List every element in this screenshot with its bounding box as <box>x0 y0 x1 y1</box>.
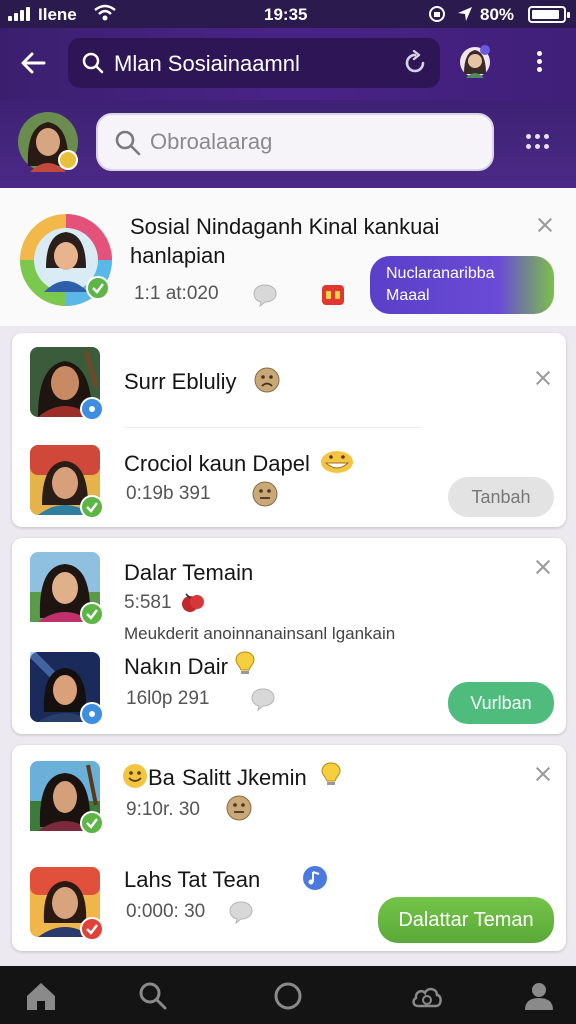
profile-avatar-icon[interactable] <box>458 42 492 82</box>
status-bar: Ilene 19:35 80% <box>0 0 576 28</box>
contact-time: 5:581 <box>124 592 172 613</box>
title-search-bar[interactable]: Mlan Sosiainaamnl <box>68 38 440 88</box>
contact-time: 0:000: 30 <box>126 901 206 922</box>
search-icon[interactable] <box>136 980 170 1012</box>
contact-time: 9:10r. 30 <box>126 799 200 820</box>
contact-name: Nakın Dair <box>124 654 228 679</box>
wifi-icon <box>94 4 116 21</box>
verified-badge <box>80 495 104 519</box>
verified-badge <box>80 811 104 835</box>
dismiss-icon[interactable] <box>534 369 552 387</box>
avatar <box>30 445 104 519</box>
featured-suggestion[interactable]: Sosial Nindaganh Kinal kankuai hanlapian… <box>0 188 576 326</box>
bottom-navigation <box>0 966 576 1024</box>
verified-badge <box>80 397 104 421</box>
avatar <box>30 867 104 941</box>
featured-time: 1:1 at:020 <box>134 283 219 304</box>
contact-name: Crociol kaun Dapel <box>124 451 310 476</box>
contact-time: 16l0p 291 <box>126 688 210 709</box>
verified-badge <box>80 702 104 726</box>
contact-name: Surr Ebluliy <box>124 369 237 394</box>
smiley-face-icon <box>123 764 147 788</box>
apps-grid-icon[interactable] <box>524 130 552 154</box>
game-controller-icon <box>322 285 344 305</box>
status-badge <box>80 917 104 941</box>
dismiss-icon[interactable] <box>534 558 552 576</box>
dismiss-icon[interactable] <box>536 216 554 234</box>
featured-button-line1: Nuclaranaribba <box>386 265 495 282</box>
boxing-glove-icon <box>182 593 204 612</box>
search-input[interactable] <box>150 125 470 159</box>
add-friend-button[interactable]: Dalattar Teman <box>378 897 554 943</box>
rotation-lock-icon <box>429 6 445 22</box>
friend-card: Ba Salitt Jkemin 9:10r. 30 Lahs Tat Tean… <box>12 745 566 951</box>
contact-name: Salitt Jkemin <box>182 765 307 790</box>
contact-name: Dalar Temain <box>124 560 254 585</box>
back-arrow-icon[interactable] <box>18 48 48 78</box>
neutral-face-icon <box>252 481 278 507</box>
chat-bubble-icon <box>229 901 253 925</box>
avatar <box>18 212 114 308</box>
carrier-name: Ilene <box>38 5 77 24</box>
grinning-face-icon <box>321 451 353 473</box>
clock: 19:35 <box>264 5 308 24</box>
lightbulb-icon <box>235 651 255 674</box>
verified-badge <box>80 602 104 626</box>
friend-card: Surr Ebluliy Crociol kaun Dapel 0:19b 39… <box>12 333 566 527</box>
dismiss-icon[interactable] <box>534 765 552 783</box>
neutral-face-icon <box>226 795 252 821</box>
featured-subtitle: hanlapian <box>130 243 226 268</box>
my-avatar[interactable] <box>18 112 78 172</box>
location-arrow-icon <box>458 7 472 21</box>
friend-card: Dalar Temain 5:581 Meukderit anoinnanain… <box>12 538 566 734</box>
cloud-sync-icon[interactable] <box>410 980 444 1012</box>
person-icon[interactable] <box>522 980 556 1012</box>
contact-time: 0:19b 391 <box>126 483 211 504</box>
contact-note: Meukderit anoinnanainsanl lgankain <box>124 624 396 643</box>
search-row <box>0 100 576 188</box>
lightbulb-icon <box>321 762 341 785</box>
featured-button-line2: Maaal <box>386 287 430 304</box>
avatar <box>30 552 104 626</box>
battery-icon <box>528 6 570 23</box>
avatar <box>30 652 104 726</box>
status-badge <box>58 150 78 170</box>
avatar <box>30 761 104 835</box>
chat-bubble-icon <box>253 284 277 308</box>
divider <box>124 427 422 428</box>
more-options-icon[interactable] <box>532 48 546 78</box>
search-field[interactable] <box>96 113 494 171</box>
verified-badge <box>86 276 110 300</box>
contact-name-prefix: Ba <box>148 765 175 790</box>
sad-face-icon <box>254 367 280 393</box>
app-title: Mlan Sosiainaamnl <box>114 51 300 76</box>
refresh-icon[interactable] <box>402 50 428 76</box>
signal-icon <box>8 7 30 21</box>
home-icon[interactable] <box>24 980 58 1012</box>
featured-title: Sosial Nindaganh Kinal kankuai <box>130 214 440 239</box>
search-icon <box>82 52 104 74</box>
contact-name: Lahs Tat Tean <box>124 867 261 892</box>
avatar <box>30 347 104 421</box>
featured-action-button[interactable]: Nuclaranaribba Maaal <box>370 256 554 314</box>
add-friend-button[interactable]: Tanbah <box>448 477 554 517</box>
top-app-bar: Mlan Sosiainaamnl <box>0 28 576 100</box>
music-note-icon <box>303 866 327 890</box>
search-icon <box>115 130 141 156</box>
circle-icon[interactable] <box>271 980 305 1012</box>
battery-percent: 80% <box>480 5 515 24</box>
follow-button[interactable]: Vurlban <box>448 682 554 724</box>
chat-bubble-icon <box>251 688 275 712</box>
